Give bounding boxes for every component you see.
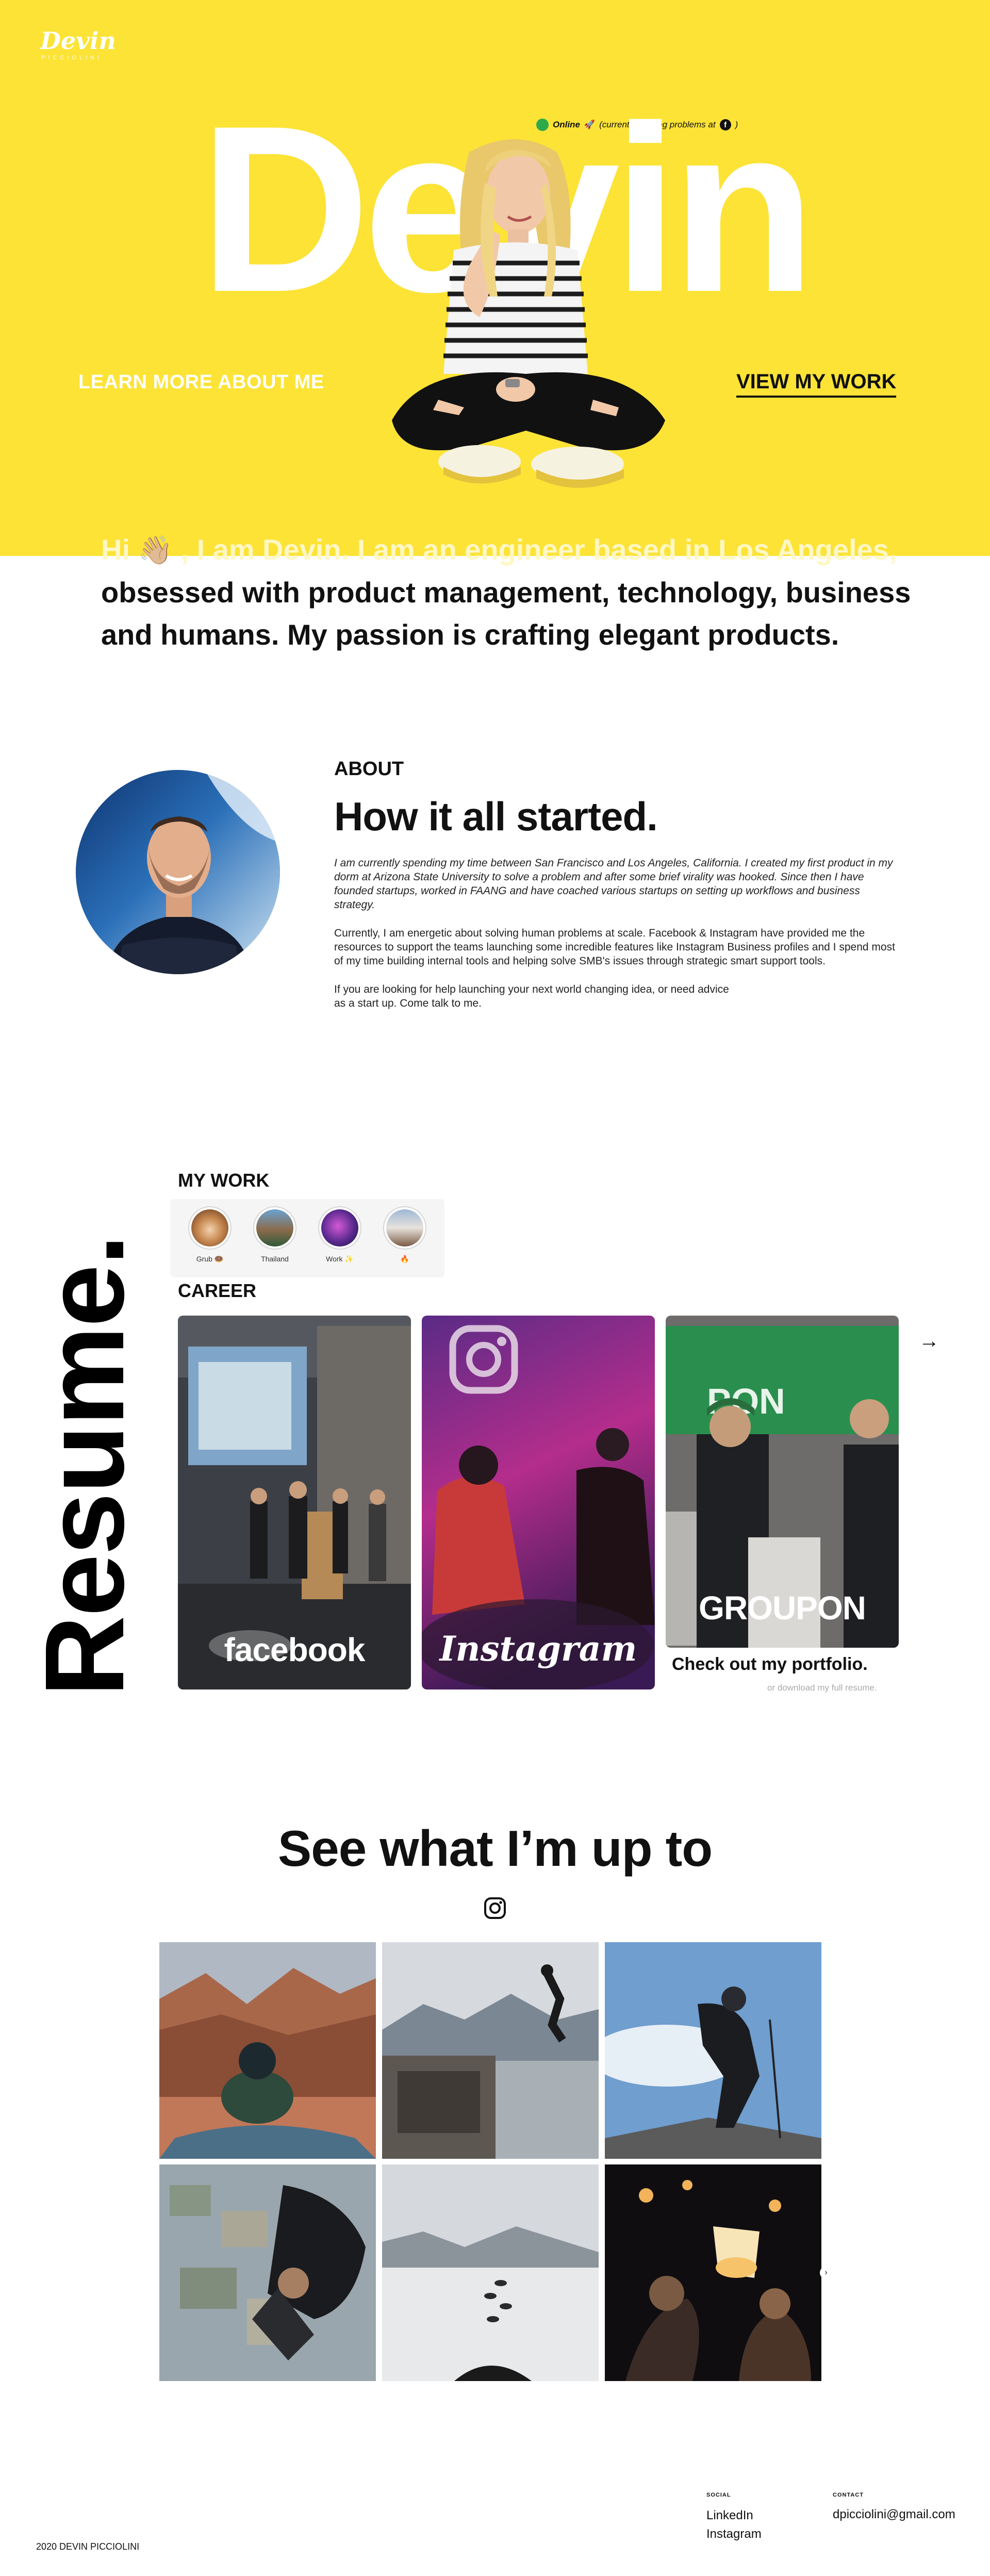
carousel-next-arrow-icon[interactable]: → [919, 1330, 939, 1353]
my-work-label: MY WORK [178, 1170, 270, 1191]
intro-line-3: and humans. My passion is crafting elega… [101, 618, 839, 651]
instagram-grid-next-icon[interactable]: › [820, 2267, 832, 2279]
story-label: Thailand [261, 1255, 289, 1263]
intro-line-1-rest: , I am Devin. I am an engineer based in … [180, 533, 897, 566]
career-card-groupon[interactable]: PON GROUPON [666, 1316, 899, 1648]
about-paragraph-3a: If you are looking for help launching yo… [334, 983, 729, 995]
instagram-post-hiker[interactable] [605, 1942, 821, 2159]
story-grub[interactable]: Grub 🍩 [177, 1206, 242, 1270]
intro-statement: Hi 👋🏼 , I am Devin. I am an engineer bas… [101, 529, 978, 656]
about-title: How it all started. [334, 794, 658, 839]
profile-photo [76, 770, 280, 974]
story-label: Grub 🍩 [196, 1255, 224, 1263]
instagram-post-skydive[interactable] [159, 2164, 376, 2381]
story-fire[interactable]: 🔥 [372, 1206, 437, 1270]
story-work[interactable]: Work ✨ [307, 1206, 372, 1270]
about-body: I am currently spending my time between … [334, 856, 901, 1025]
learn-more-link[interactable]: LEARN MORE ABOUT ME [78, 371, 324, 393]
view-my-work-link[interactable]: VIEW MY WORK [736, 370, 897, 398]
waving-hand-emoji: 👋🏼 [138, 535, 173, 566]
hero-section: Devin PICCIOLINI Online 🚀 (currently, so… [0, 0, 990, 556]
story-label: 🔥 [400, 1255, 409, 1263]
resume-vertical-heading: Resume. [22, 1235, 147, 1697]
footer-instagram-link[interactable]: Instagram [706, 2527, 762, 2541]
hero-portrait-image [392, 139, 665, 488]
facebook-wordmark: facebook [224, 1631, 366, 1668]
about-paragraph-2: Currently, I am energetic about solving … [334, 927, 895, 967]
story-avatar [383, 1206, 426, 1250]
logo-name: Devin [40, 27, 116, 55]
about-paragraph-1: I am currently spending my time between … [334, 857, 893, 911]
instagram-section-title: See what I’m up to [277, 1820, 713, 1877]
instagram-grid [159, 1942, 831, 2383]
instagram-wordmark: Instagram [439, 1629, 637, 1669]
footer-social-heading: SOCIAL [706, 2492, 731, 2498]
portfolio-link[interactable]: Check out my portfolio. [672, 1654, 868, 1675]
footer-linkedin-link[interactable]: LinkedIn [706, 2508, 753, 2523]
footer-copyright: 2020 DEVIN PICCIOLINI [36, 2541, 140, 2552]
groupon-wordmark: GROUPON [699, 1589, 866, 1627]
story-label: Work ✨ [326, 1255, 354, 1263]
intro-line-2: obsessed with product management, techno… [101, 576, 911, 609]
intro-line-1: Hi 👋🏼 , I am Devin. I am an engineer bas… [101, 529, 978, 571]
instagram-post-canyon[interactable] [159, 1942, 376, 2159]
footer-email-link[interactable]: dpicciolini@gmail.com [833, 2507, 955, 2522]
instagram-icon[interactable] [483, 1896, 507, 1920]
logo-subtitle: PICCIOLINI [41, 55, 103, 61]
about-label: ABOUT [334, 758, 404, 780]
intro-hi: Hi [101, 533, 130, 566]
site-logo[interactable]: Devin PICCIOLINI [40, 29, 116, 61]
story-avatar [318, 1206, 361, 1250]
story-thailand[interactable]: Thailand [242, 1206, 307, 1270]
story-avatar [253, 1206, 296, 1250]
career-card-instagram[interactable]: Instagram [422, 1316, 655, 1689]
about-paragraph-3: If you are looking for help launching yo… [334, 982, 901, 1010]
career-card-facebook[interactable]: facebook [178, 1316, 411, 1689]
story-avatar [188, 1206, 232, 1250]
instagram-post-dogsled[interactable] [382, 2164, 599, 2381]
work-stories: Grub 🍩 Thailand Work ✨ 🔥 [170, 1199, 444, 1277]
instagram-post-lanterns[interactable] [605, 2164, 821, 2381]
about-paragraph-3b: as a start up. Come talk to me. [334, 997, 482, 1009]
instagram-post-dock-jump[interactable] [382, 1942, 599, 2159]
career-label: CAREER [178, 1280, 257, 1301]
footer-contact-heading: CONTACT [833, 2492, 864, 2498]
download-resume-link[interactable]: or download my full resume. [767, 1683, 877, 1693]
